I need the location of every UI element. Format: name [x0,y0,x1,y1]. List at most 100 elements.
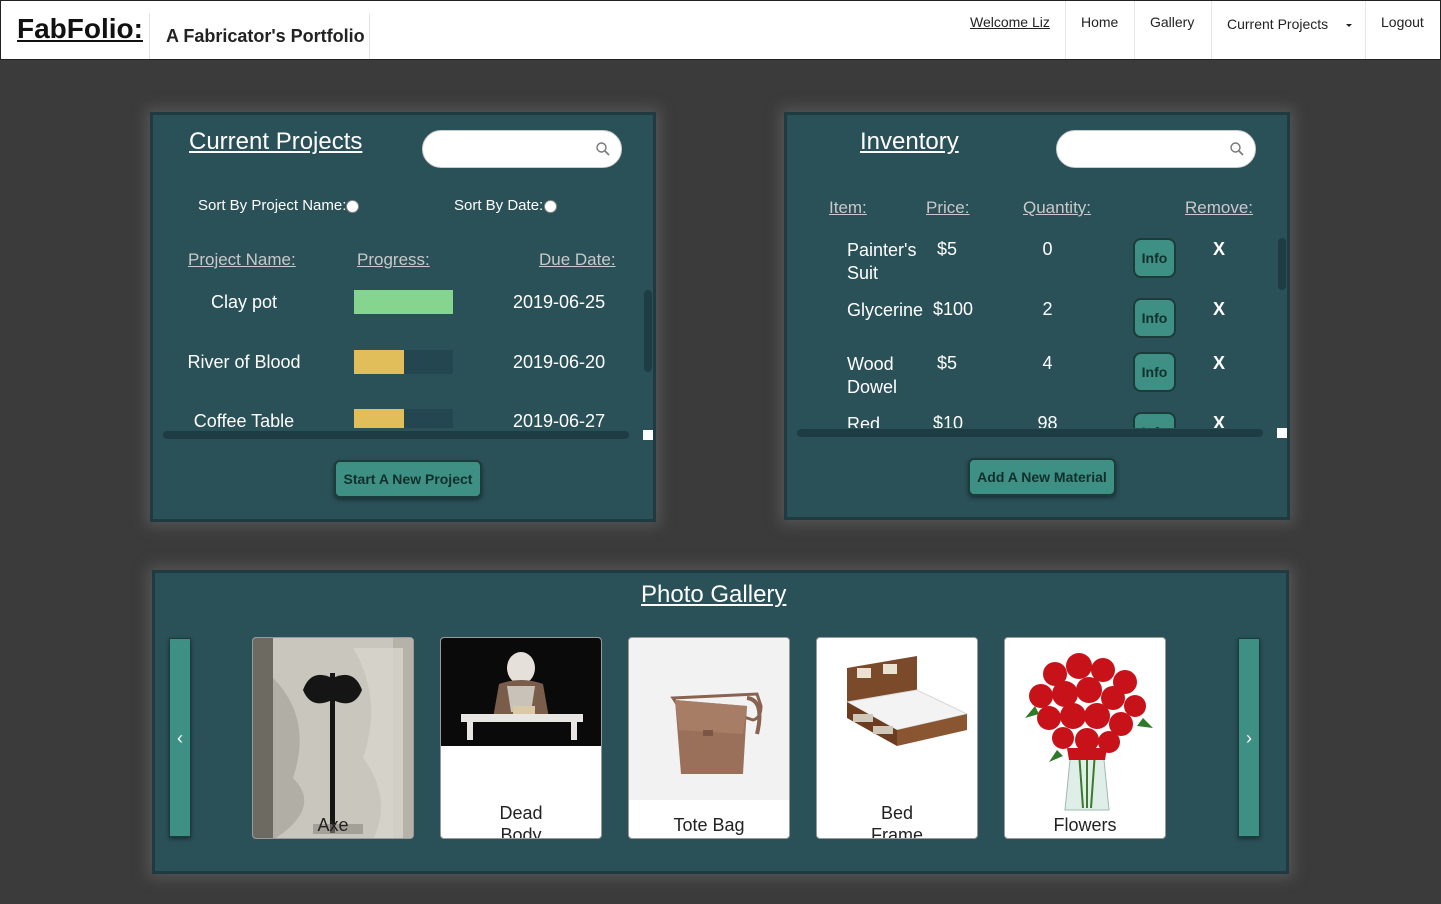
caret-down-icon [1346,24,1353,27]
caption-line: Body [500,825,542,839]
gallery-next-button[interactable]: › [1238,638,1260,837]
inventory-search-input[interactable] [1056,130,1256,168]
item-info-button[interactable]: Info [1133,238,1176,278]
gallery-caption: Bed Frame [817,802,977,839]
inventory-item-quantity: 2 [1042,299,1053,319]
item-name-line: Glycerine [847,300,924,320]
tote-bag-photo [629,638,789,800]
nav-home-link[interactable]: Home [1081,14,1118,30]
scroll-corner [1277,428,1287,438]
divider [1065,1,1066,59]
scroll-corner [643,430,653,440]
sort-by-date-label: Sort By Date: [454,197,544,214]
item-info-button[interactable]: Info [1133,352,1176,392]
remove-item-button[interactable]: X [1213,413,1225,428]
remove-item-button[interactable]: X [1213,353,1225,374]
column-header-price[interactable]: Price: [926,198,969,218]
nav-current-projects-label: Current Projects [1227,16,1329,32]
inventory-item-price: $100 [933,299,974,319]
project-progress-bar [354,290,453,314]
nav-logout-link[interactable]: Logout [1381,14,1424,30]
gallery-caption: Dead Body [441,802,601,839]
sort-by-date-radio[interactable] [544,200,557,213]
inventory-item-quantity: 4 [1042,353,1053,373]
inventory-item-name: Red [847,413,880,428]
project-due-date: 2019-06-27 [513,411,606,428]
start-new-project-button[interactable]: Start A New Project [334,460,482,498]
current-projects-title: Current Projects [189,128,363,155]
sort-by-name-label: Sort By Project Name: [198,197,347,214]
projects-search-input[interactable] [422,130,622,168]
gallery-card-flowers[interactable]: Flowers [1004,637,1166,839]
column-header-item[interactable]: Item: [829,198,867,218]
project-progress-bar [354,409,453,428]
divider [1134,1,1135,59]
dead-body-photo [441,638,601,746]
gallery-card-axe[interactable]: Axe [252,637,414,839]
gallery-caption: Tote Bag [673,815,745,835]
item-name-line: Red [847,414,881,428]
inventory-vertical-scrollbar[interactable] [1278,238,1286,290]
divider [149,13,150,59]
projects-table-body: Clay pot 2019-06-25 River of Blood 2019-… [160,280,640,428]
item-name-line: Painter's [847,240,917,260]
gallery-caption: Flowers [1053,815,1117,835]
project-due-date: 2019-06-20 [513,352,606,372]
item-name-line: Wood [847,354,894,374]
brand-logo[interactable]: FabFolio: [17,13,143,45]
divider [369,13,370,59]
column-header-progress[interactable]: Progress: [357,250,430,270]
gallery-card-dead-body[interactable]: Dead Body [440,637,602,839]
project-due-date: 2019-06-25 [513,292,606,312]
caption-line: Frame [870,825,923,839]
gallery-card-tote-bag[interactable]: Tote Bag [628,637,790,839]
remove-item-button[interactable]: X [1213,239,1225,260]
add-new-material-button[interactable]: Add A New Material [968,458,1116,496]
caption-line: Dead [499,803,543,823]
divider [1211,1,1212,59]
item-info-button[interactable]: Info [1133,412,1176,428]
inventory-table-body: Painter's Suit $5 0 Info X Glycerine $100… [795,230,1270,428]
inventory-item-price: $5 [937,239,958,259]
remove-item-button[interactable]: X [1213,299,1225,320]
nav-welcome-link[interactable]: Welcome Liz [970,14,1050,30]
project-name[interactable]: Clay pot [160,292,328,313]
inventory-item-quantity: 98 [1037,413,1058,428]
top-navbar: FabFolio: A Fabricator's Portfolio Welco… [0,0,1441,60]
inventory-item-name: Painter's Suit [847,239,916,285]
inventory-horizontal-scrollbar[interactable] [797,429,1263,437]
bed-frame-photo [817,638,977,778]
projects-vertical-scrollbar[interactable] [644,290,652,372]
project-progress-bar [354,350,453,374]
item-info-button[interactable]: Info [1133,298,1176,338]
site-tagline: A Fabricator's Portfolio [166,26,365,46]
nav-gallery-link[interactable]: Gallery [1150,14,1194,30]
project-name[interactable]: Coffee Table [160,411,328,428]
item-name-line: Suit [847,263,879,283]
flowers-photo [1005,638,1165,816]
nav-current-projects-dropdown[interactable]: Current Projects [1227,16,1354,32]
inventory-item-price: $10 [933,413,964,428]
gallery-prev-button[interactable]: ‹ [169,638,191,837]
inventory-item-price: $5 [937,353,958,373]
column-header-quantity[interactable]: Quantity: [1023,198,1091,218]
search-icon [596,142,610,156]
project-name[interactable]: River of Blood [160,352,328,373]
photo-gallery-title: Photo Gallery [641,581,787,608]
caption-line: Bed [880,803,914,823]
project-progress-fill [354,350,404,374]
column-header-project-name[interactable]: Project Name: [188,250,296,270]
search-icon [1230,142,1244,156]
axe-photo [253,638,413,838]
project-progress-fill [354,409,404,428]
column-header-remove[interactable]: Remove: [1185,198,1253,218]
inventory-title: Inventory [860,128,959,155]
sort-by-name-radio[interactable] [346,200,359,213]
inventory-item-quantity: 0 [1042,239,1053,259]
projects-horizontal-scrollbar[interactable] [163,431,629,439]
divider [1365,1,1366,59]
project-progress-fill [354,290,453,314]
column-header-due-date[interactable]: Due Date: [539,250,616,270]
gallery-caption: Axe [317,815,349,835]
gallery-card-bed-frame[interactable]: Bed Frame [816,637,978,839]
